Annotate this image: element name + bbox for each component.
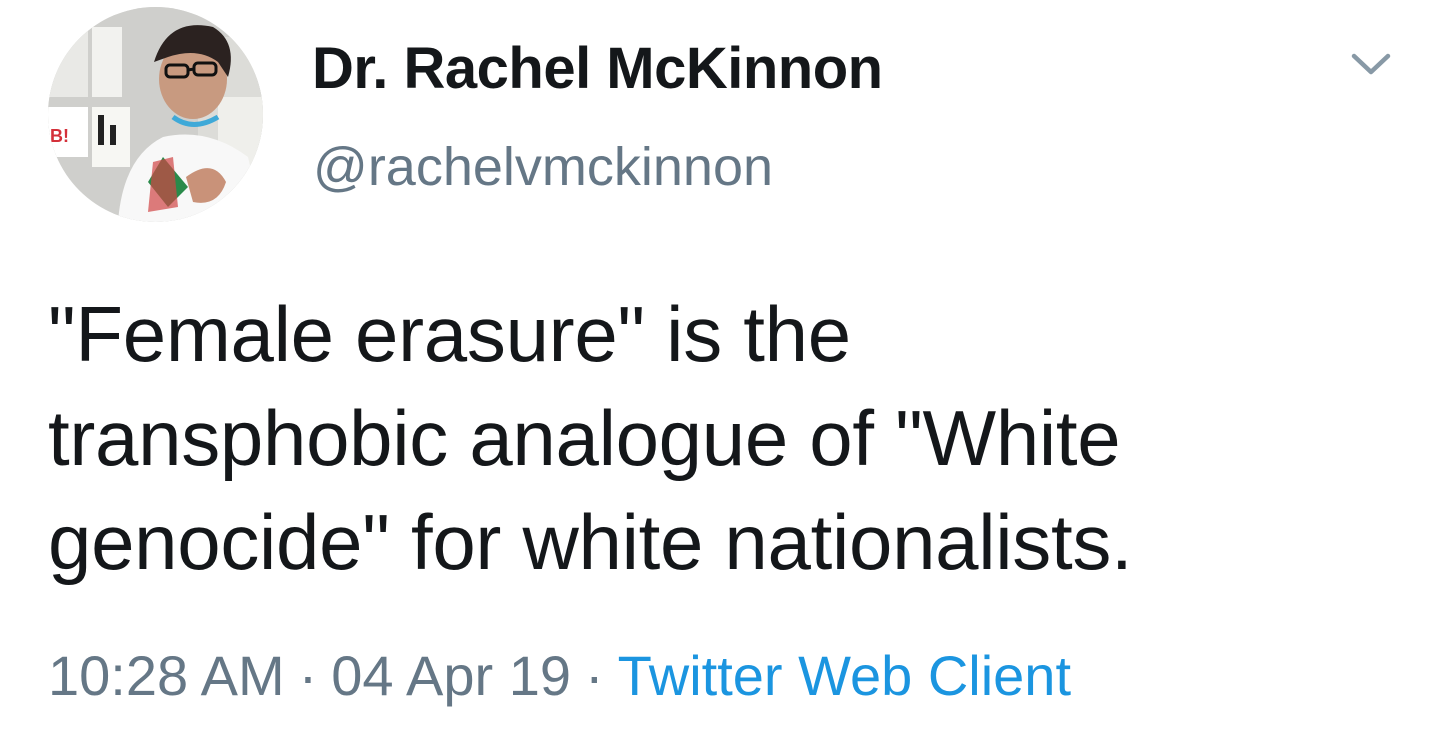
- avatar[interactable]: B!: [48, 7, 263, 222]
- author-display-name[interactable]: Dr. Rachel McKinnon: [312, 34, 883, 104]
- tweet: B! Dr. Rachel McKinnon @rachelvmckinnon …: [0, 0, 1440, 749]
- tweet-time[interactable]: 10:28 AM: [48, 644, 285, 707]
- tweet-date[interactable]: 04 Apr 19: [331, 644, 571, 707]
- separator-dot: ·: [585, 644, 604, 707]
- svg-text:B!: B!: [50, 126, 69, 146]
- chevron-down-icon[interactable]: [1346, 44, 1396, 84]
- tweet-metadata: 10:28 AM · 04 Apr 19 · Twitter Web Client: [48, 640, 1071, 712]
- tweet-text-line: transphobic analogue of "White: [48, 394, 1121, 482]
- tweet-source-link[interactable]: Twitter Web Client: [618, 644, 1071, 707]
- author-handle[interactable]: @rachelvmckinnon: [313, 134, 773, 200]
- profile-photo-icon: B!: [48, 7, 263, 222]
- tweet-text: "Female erasure" is the transphobic anal…: [48, 282, 1378, 594]
- separator-dot: ·: [298, 644, 318, 707]
- tweet-text-line: "Female erasure" is the: [48, 290, 851, 378]
- tweet-text-line: genocide" for white nationalists.: [48, 498, 1133, 586]
